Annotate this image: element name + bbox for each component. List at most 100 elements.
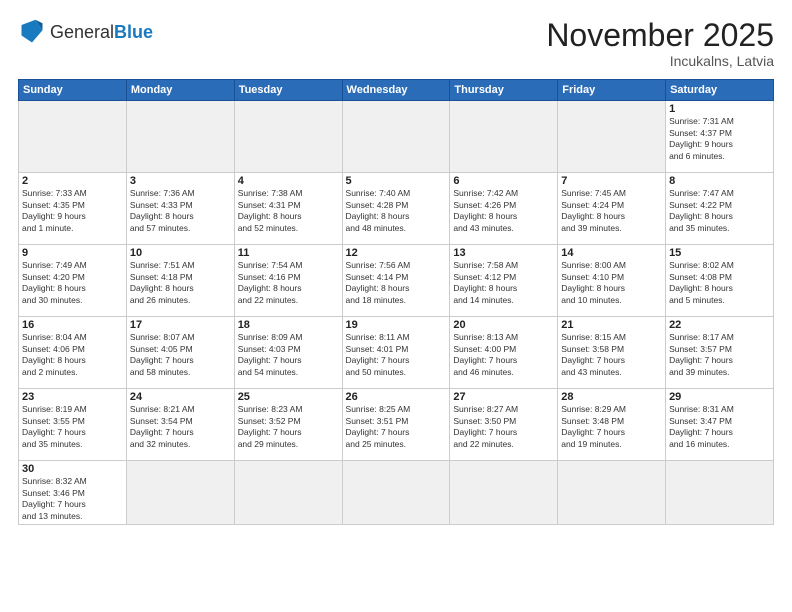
day-info: Sunrise: 8:04 AMSunset: 4:06 PMDaylight:… [22,332,87,376]
day-7: 7 Sunrise: 7:45 AMSunset: 4:24 PMDayligh… [558,173,666,245]
header-monday: Monday [126,80,234,101]
table-row: 30 Sunrise: 8:32 AMSunset: 3:46 PMDaylig… [19,461,774,525]
day-info: Sunrise: 8:00 AMSunset: 4:10 PMDaylight:… [561,260,626,304]
day-number: 26 [346,391,447,403]
day-info: Sunrise: 8:27 AMSunset: 3:50 PMDaylight:… [453,404,518,448]
day-number: 13 [453,247,554,259]
day-1: 1 Sunrise: 7:31 AMSunset: 4:37 PMDayligh… [666,101,774,173]
weekday-header-row: Sunday Monday Tuesday Wednesday Thursday… [19,80,774,101]
header: GeneralBlue November 2025 Incukalns, Lat… [18,18,774,69]
day-18: 18 Sunrise: 8:09 AMSunset: 4:03 PMDaylig… [234,317,342,389]
day-27: 27 Sunrise: 8:27 AMSunset: 3:50 PMDaylig… [450,389,558,461]
logo-icon [18,18,46,46]
day-number: 16 [22,319,123,331]
title-area: November 2025 Incukalns, Latvia [546,18,774,69]
day-25: 25 Sunrise: 8:23 AMSunset: 3:52 PMDaylig… [234,389,342,461]
day-number: 8 [669,175,770,187]
day-number: 11 [238,247,339,259]
day-23: 23 Sunrise: 8:19 AMSunset: 3:55 PMDaylig… [19,389,127,461]
empty-cell [126,461,234,525]
day-30: 30 Sunrise: 8:32 AMSunset: 3:46 PMDaylig… [19,461,127,525]
day-10: 10 Sunrise: 7:51 AMSunset: 4:18 PMDaylig… [126,245,234,317]
month-title: November 2025 [546,18,774,53]
day-11: 11 Sunrise: 7:54 AMSunset: 4:16 PMDaylig… [234,245,342,317]
day-number: 27 [453,391,554,403]
empty-cell [234,461,342,525]
day-21: 21 Sunrise: 8:15 AMSunset: 3:58 PMDaylig… [558,317,666,389]
day-number: 9 [22,247,123,259]
day-14: 14 Sunrise: 8:00 AMSunset: 4:10 PMDaylig… [558,245,666,317]
day-info: Sunrise: 7:56 AMSunset: 4:14 PMDaylight:… [346,260,411,304]
day-17: 17 Sunrise: 8:07 AMSunset: 4:05 PMDaylig… [126,317,234,389]
empty-cell [342,101,450,173]
day-26: 26 Sunrise: 8:25 AMSunset: 3:51 PMDaylig… [342,389,450,461]
empty-cell [558,461,666,525]
day-number: 4 [238,175,339,187]
day-info: Sunrise: 7:31 AMSunset: 4:37 PMDaylight:… [669,116,734,160]
location: Incukalns, Latvia [546,53,774,69]
day-number: 30 [22,463,123,475]
day-8: 8 Sunrise: 7:47 AMSunset: 4:22 PMDayligh… [666,173,774,245]
day-number: 15 [669,247,770,259]
day-info: Sunrise: 8:11 AMSunset: 4:01 PMDaylight:… [346,332,410,376]
day-number: 25 [238,391,339,403]
day-12: 12 Sunrise: 7:56 AMSunset: 4:14 PMDaylig… [342,245,450,317]
day-info: Sunrise: 7:42 AMSunset: 4:26 PMDaylight:… [453,188,518,232]
day-number: 12 [346,247,447,259]
day-number: 7 [561,175,662,187]
day-info: Sunrise: 8:19 AMSunset: 3:55 PMDaylight:… [22,404,87,448]
day-19: 19 Sunrise: 8:11 AMSunset: 4:01 PMDaylig… [342,317,450,389]
table-row: 2 Sunrise: 7:33 AMSunset: 4:35 PMDayligh… [19,173,774,245]
empty-cell [19,101,127,173]
day-number: 2 [22,175,123,187]
day-number: 6 [453,175,554,187]
header-sunday: Sunday [19,80,127,101]
day-info: Sunrise: 8:31 AMSunset: 3:47 PMDaylight:… [669,404,734,448]
day-9: 9 Sunrise: 7:49 AMSunset: 4:20 PMDayligh… [19,245,127,317]
day-4: 4 Sunrise: 7:38 AMSunset: 4:31 PMDayligh… [234,173,342,245]
logo-area: GeneralBlue [18,18,153,46]
day-6: 6 Sunrise: 7:42 AMSunset: 4:26 PMDayligh… [450,173,558,245]
header-thursday: Thursday [450,80,558,101]
day-13: 13 Sunrise: 7:58 AMSunset: 4:12 PMDaylig… [450,245,558,317]
day-5: 5 Sunrise: 7:40 AMSunset: 4:28 PMDayligh… [342,173,450,245]
day-info: Sunrise: 8:02 AMSunset: 4:08 PMDaylight:… [669,260,734,304]
header-wednesday: Wednesday [342,80,450,101]
day-info: Sunrise: 8:21 AMSunset: 3:54 PMDaylight:… [130,404,195,448]
day-number: 22 [669,319,770,331]
day-info: Sunrise: 8:29 AMSunset: 3:48 PMDaylight:… [561,404,626,448]
calendar: Sunday Monday Tuesday Wednesday Thursday… [18,79,774,525]
day-number: 20 [453,319,554,331]
day-info: Sunrise: 7:45 AMSunset: 4:24 PMDaylight:… [561,188,626,232]
day-24: 24 Sunrise: 8:21 AMSunset: 3:54 PMDaylig… [126,389,234,461]
day-number: 23 [22,391,123,403]
day-info: Sunrise: 7:47 AMSunset: 4:22 PMDaylight:… [669,188,734,232]
day-number: 1 [669,103,770,115]
empty-cell [558,101,666,173]
day-number: 18 [238,319,339,331]
day-info: Sunrise: 7:36 AMSunset: 4:33 PMDaylight:… [130,188,195,232]
empty-cell [450,101,558,173]
header-tuesday: Tuesday [234,80,342,101]
day-number: 17 [130,319,231,331]
day-number: 10 [130,247,231,259]
day-info: Sunrise: 8:25 AMSunset: 3:51 PMDaylight:… [346,404,411,448]
empty-cell [234,101,342,173]
day-info: Sunrise: 8:32 AMSunset: 3:46 PMDaylight:… [22,476,87,520]
header-saturday: Saturday [666,80,774,101]
day-info: Sunrise: 7:58 AMSunset: 4:12 PMDaylight:… [453,260,518,304]
table-row: 9 Sunrise: 7:49 AMSunset: 4:20 PMDayligh… [19,245,774,317]
empty-cell [342,461,450,525]
day-number: 3 [130,175,231,187]
day-number: 21 [561,319,662,331]
day-number: 14 [561,247,662,259]
day-info: Sunrise: 7:40 AMSunset: 4:28 PMDaylight:… [346,188,411,232]
logo-text: GeneralBlue [50,22,153,43]
empty-cell [666,461,774,525]
table-row: 16 Sunrise: 8:04 AMSunset: 4:06 PMDaylig… [19,317,774,389]
day-info: Sunrise: 8:15 AMSunset: 3:58 PMDaylight:… [561,332,626,376]
day-info: Sunrise: 7:49 AMSunset: 4:20 PMDaylight:… [22,260,87,304]
day-info: Sunrise: 8:17 AMSunset: 3:57 PMDaylight:… [669,332,734,376]
empty-cell [126,101,234,173]
day-20: 20 Sunrise: 8:13 AMSunset: 4:00 PMDaylig… [450,317,558,389]
